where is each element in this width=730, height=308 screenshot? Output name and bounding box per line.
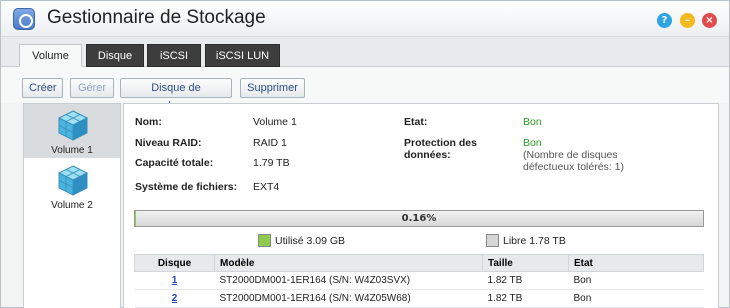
raid-label: Niveau RAID: — [135, 137, 202, 149]
used-label: Utilisé 3.09 GB — [275, 235, 346, 247]
protection-value: Bon — [523, 137, 542, 149]
header-state: Etat — [568, 254, 704, 272]
tab-iscsi-lun[interactable]: iSCSI LUN — [205, 44, 280, 67]
close-icon[interactable]: × — [702, 13, 717, 28]
disk-link[interactable]: 1 — [172, 275, 178, 286]
help-icon[interactable]: ? — [657, 13, 672, 28]
header-disk: Disque — [134, 254, 215, 272]
delete-button[interactable]: Supprimer — [240, 78, 305, 98]
raid-value: RAID 1 — [253, 137, 287, 149]
state-label: Etat: — [404, 116, 428, 128]
state-value: Bon — [523, 116, 542, 128]
toolbar: Créer Gérer Disque de rechange Supprimer — [1, 67, 729, 112]
usage-percent: 0.16% — [401, 213, 437, 224]
capacity-label: Capacité totale: — [135, 157, 214, 169]
manage-button[interactable]: Gérer — [70, 78, 114, 98]
free-label: Libre 1.78 TB — [503, 235, 566, 247]
filesystem-value: EXT4 — [253, 181, 280, 193]
protection-label-2: données: — [404, 149, 451, 161]
volume-list-item[interactable]: Volume 2 — [24, 159, 120, 213]
table-row: 1 ST2000DM001-1ER164 (S/N: W4Z03SVX) 1.8… — [134, 271, 704, 290]
create-button[interactable]: Créer — [22, 78, 63, 98]
name-label: Nom: — [135, 116, 162, 128]
disk-link[interactable]: 2 — [172, 293, 178, 304]
volume-cube-icon — [57, 165, 89, 196]
storage-manager-window: Gestionnaire de Stockage ? – × Volume Di… — [0, 0, 730, 308]
tab-bar: Volume Disque iSCSI iSCSI LUN — [1, 37, 729, 67]
disk-table-header: Disque Modèle Taille Etat — [134, 254, 704, 272]
volume-details: Nom: Volume 1 Niveau RAID: RAID 1 Capaci… — [123, 103, 719, 308]
name-value: Volume 1 — [253, 116, 297, 128]
minimize-icon[interactable]: – — [680, 13, 695, 28]
volume-label: Volume 1 — [51, 145, 93, 156]
disk-model: ST2000DM001-1ER164 (S/N: W4Z05W68) — [214, 289, 483, 308]
disk-size: 1.82 TB — [482, 289, 569, 308]
disk-state: Bon — [568, 289, 704, 308]
disk-table: Disque Modèle Taille Etat 1 ST2000DM001-… — [134, 254, 704, 308]
spare-disk-button[interactable]: Disque de rechange — [120, 78, 232, 112]
used-swatch — [258, 234, 271, 247]
disk-state: Bon — [568, 271, 704, 290]
usage-bar: 0.16% — [134, 210, 704, 227]
disk-size: 1.82 TB — [482, 271, 569, 290]
window-title: Gestionnaire de Stockage — [47, 7, 266, 28]
tab-volume[interactable]: Volume — [19, 44, 82, 67]
table-row: 2 ST2000DM001-1ER164 (S/N: W4Z05W68) 1.8… — [134, 289, 704, 308]
protection-note-1: (Nombre de disques — [523, 149, 618, 161]
capacity-value: 1.79 TB — [253, 157, 290, 169]
volume-cube-icon — [57, 110, 89, 141]
header-size: Taille — [482, 254, 569, 272]
volume-label: Volume 2 — [51, 200, 93, 211]
protection-note-2: défectueux tolérés: 1) — [523, 161, 624, 173]
volume-list-item[interactable]: Volume 1 — [24, 104, 120, 158]
title-bar: Gestionnaire de Stockage ? – × — [1, 1, 729, 37]
tab-iscsi[interactable]: iSCSI — [147, 44, 201, 67]
header-model: Modèle — [214, 254, 483, 272]
disk-model: ST2000DM001-1ER164 (S/N: W4Z03SVX) — [214, 271, 483, 290]
storage-app-icon — [13, 8, 35, 30]
protection-label-1: Protection des — [404, 137, 477, 149]
filesystem-label: Système de fichiers: — [135, 181, 238, 193]
tab-disque[interactable]: Disque — [86, 44, 144, 67]
free-swatch — [486, 234, 499, 247]
volume-list: Volume 1 Volume 2 — [23, 103, 121, 308]
